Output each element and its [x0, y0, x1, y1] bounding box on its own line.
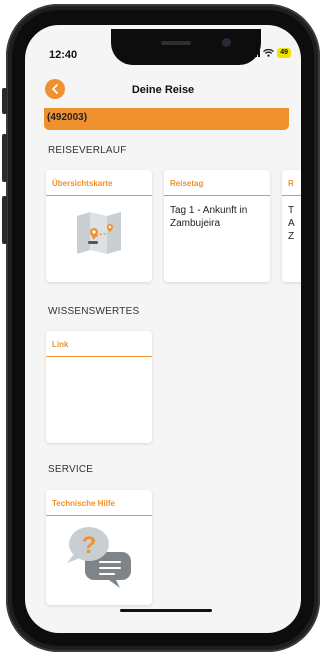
card-title: Übersichtskarte	[46, 170, 152, 196]
card-link[interactable]: Link	[46, 331, 152, 443]
front-camera	[222, 38, 231, 47]
volume-down-button	[2, 196, 7, 244]
section-title-reiseverlauf: REISEVERLAUF	[48, 145, 127, 156]
wifi-icon	[263, 49, 275, 57]
speaker-grille	[161, 41, 191, 45]
page-title: Deine Reise	[131, 84, 195, 96]
card-text: T A Z	[288, 205, 295, 242]
app-screen: 12:40 49 Deine Reise (492003) REISEVERLA…	[25, 25, 301, 633]
card-text: Tag 1 - Ankunft in Zambujeira	[170, 205, 248, 229]
card-title: Link	[46, 331, 152, 357]
card-technische-hilfe[interactable]: Technische Hilfe ?	[46, 490, 152, 605]
help-chat-icon: ?	[67, 527, 131, 588]
section-title-wissenswertes: WISSENSWERTES	[48, 306, 140, 317]
card-title: Reisetag	[164, 170, 270, 196]
trip-number-banner[interactable]: (492003)	[44, 108, 289, 130]
home-indicator[interactable]	[120, 609, 212, 612]
section-title-service: SERVICE	[48, 464, 94, 475]
card-reisetag-next[interactable]: R T A Z	[282, 170, 301, 282]
navigation-bar: Deine Reise	[25, 77, 301, 103]
mute-switch	[2, 88, 7, 114]
card-uebersichtskarte[interactable]: Übersichtskarte	[46, 170, 152, 282]
svg-text:?: ?	[82, 532, 97, 559]
map-icon	[77, 212, 121, 254]
status-time: 12:40	[49, 49, 78, 61]
card-title: R	[282, 170, 301, 196]
card-reisetag[interactable]: Reisetag Tag 1 - Ankunft in Zambujeira	[164, 170, 270, 282]
card-title: Technische Hilfe	[46, 490, 152, 516]
trip-number: (492003)	[47, 112, 88, 123]
volume-up-button	[2, 134, 7, 182]
notch	[111, 29, 261, 65]
battery-icon: 49	[277, 48, 291, 58]
